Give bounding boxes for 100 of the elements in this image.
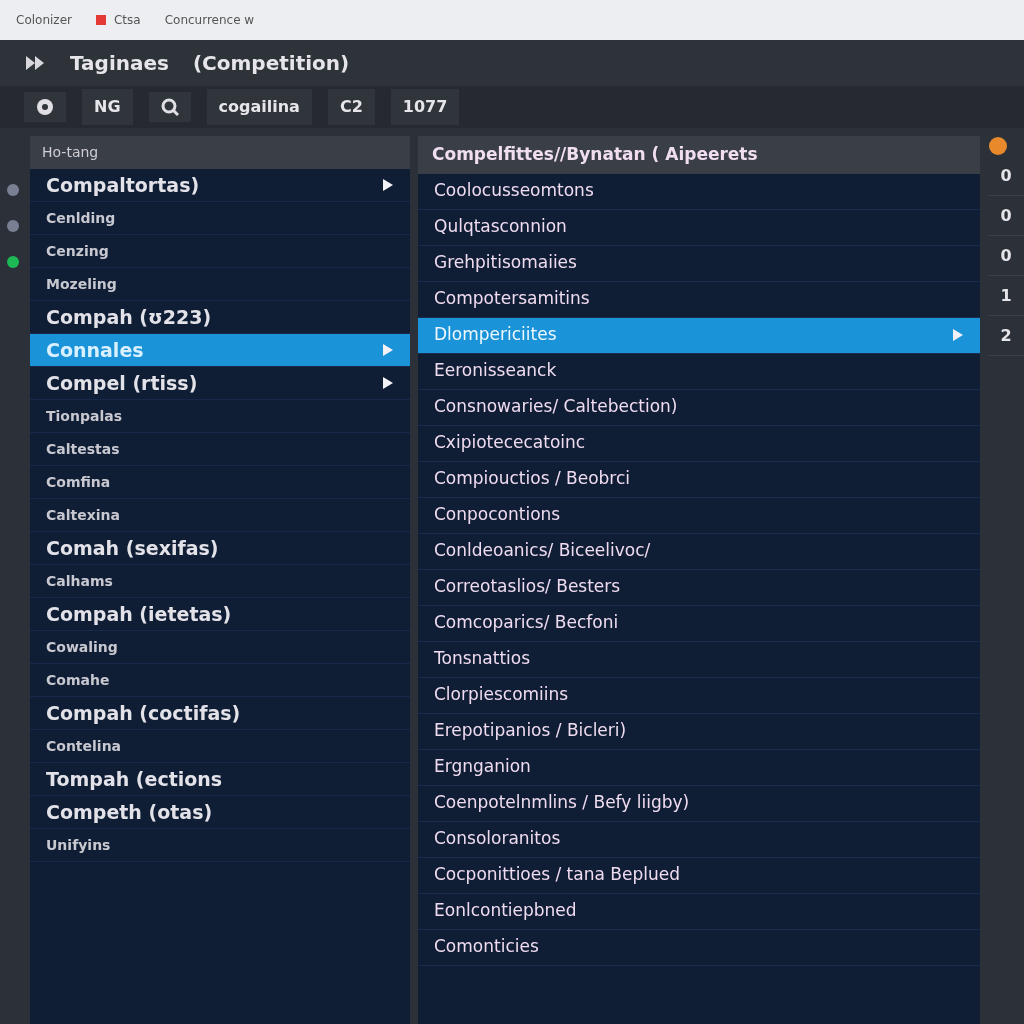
toolbar-button[interactable]: 1077 [390,89,460,125]
value-text: 0 [988,196,1024,236]
item-label: Cxipiotececatoinc [434,431,586,455]
browser-tab[interactable]: Concurrence w [164,11,255,29]
list-item[interactable]: Coenpotelnmlins / Befy liigby) [418,785,980,822]
item-label: Cocponittioes / tana Beplued [434,863,680,887]
list-item[interactable]: Compah (ietetas) [30,598,410,631]
list-item[interactable]: Tompah (ections [30,763,410,796]
list-item[interactable]: Erepotipanios / Bicleri) [418,713,980,750]
item-label: Tompah (ections [46,766,223,792]
badge-icon [988,136,1008,156]
list-item[interactable]: Consnowaries/ Caltebection) [418,389,980,426]
list-item[interactable]: Correotaslios/ Besters [418,569,980,606]
app-title: Taginaes [70,50,169,77]
item-label: Consoloranitos [434,827,561,851]
list-item[interactable]: Mozeling [30,268,410,301]
search-icon [160,98,179,116]
list-item[interactable]: Competh (otas) [30,796,410,829]
item-label: Tonsnattios [434,647,531,671]
list-item[interactable]: Compiouctios / Beobrci [418,461,980,498]
list-item[interactable]: Compaltortas) [30,169,410,202]
list-item[interactable]: Compotersamitins [418,281,980,318]
item-label: Compotersamitins [434,287,590,311]
list-item[interactable]: Qulqtasconnion [418,209,980,246]
list-item[interactable]: Eonlcontiepbned [418,893,980,930]
list-item[interactable]: Ergnganion [418,749,980,786]
list-item[interactable]: Compah (coctifas) [30,697,410,730]
list-item[interactable]: Cowaling [30,631,410,664]
list-item[interactable]: Tionpalas [30,400,410,433]
list-item[interactable]: Cocponittioes / tana Beplued [418,857,980,894]
item-label: Contelina [46,736,122,756]
item-label: Comonticies [434,935,539,959]
tab-icon [95,15,106,25]
list-item[interactable]: Grehpitisomaiies [418,245,980,282]
toolbar-button[interactable]: NG [82,89,133,125]
item-label: Qulqtasconnion [434,215,567,239]
list-item[interactable]: Comonticies [418,929,980,966]
item-label: Comcoparics/ Becfoni [434,611,619,635]
item-label: Correotaslios/ Besters [434,575,621,599]
item-label: Cenlding [46,208,116,228]
list-item[interactable]: Comahe [30,664,410,697]
document-title: (Competition) [192,50,350,77]
item-label: Unifyins [46,835,111,855]
list-item[interactable]: Conldeoanics/ Biceelivoc/ [418,533,980,570]
toolbar-button[interactable]: cogailina [206,89,312,125]
list-item[interactable]: Consoloranitos [418,821,980,858]
list-item[interactable]: Calhams [30,565,410,598]
value-text: 2 [988,316,1024,356]
item-label: Tionpalas [46,406,122,426]
list-item[interactable]: Eeronisseanck [418,353,980,390]
item-label: Caltexina [46,505,120,525]
value-text: 1 [988,276,1024,316]
browser-tab[interactable]: Colonizer [16,11,72,29]
list-item[interactable]: Tonsnattios [418,641,980,678]
list-item[interactable]: Caltestas [30,433,410,466]
item-label: Competh (otas) [46,799,213,825]
item-label: Comah (sexifas) [46,535,219,561]
item-label: Eonlcontiepbned [434,899,577,923]
item-label: Compah (ietetas) [46,601,232,627]
record-icon [36,98,54,116]
item-label: Mozeling [46,274,117,294]
item-label: Erepotipanios / Bicleri) [434,719,627,743]
item-label: Comfina [46,472,111,492]
list-item[interactable]: Coolocusseomtons [418,173,980,210]
list-item[interactable]: Clorpiescomiins [418,677,980,714]
item-label: Compaltortas) [46,172,200,198]
value-text: 0 [988,236,1024,276]
record-button[interactable] [24,92,66,122]
item-label: Cowaling [46,637,118,657]
item-label: Ergnganion [434,755,531,779]
list-item[interactable]: Contelina [30,730,410,763]
item-label: Cenzing [46,241,109,261]
item-label: Coolocusseomtons [434,179,594,203]
list-item[interactable]: Caltexina [30,499,410,532]
list-item[interactable]: Comah (sexifas) [30,532,410,565]
item-label: Compel (rtiss) [46,370,198,396]
item-label: Connales [46,337,144,363]
list-item[interactable]: Conpocontions [418,497,980,534]
item-label: Conpocontions [434,503,561,527]
list-item[interactable]: Unifyins [30,829,410,862]
list-item[interactable]: Cenlding [30,202,410,235]
list-item[interactable]: Cenzing [30,235,410,268]
list-item[interactable]: Compel (rtiss) [30,367,410,400]
item-label: Consnowaries/ Caltebection) [434,395,678,419]
list-item[interactable]: Cxipiotececatoinc [418,425,980,462]
list-item[interactable]: Comfina [30,466,410,499]
item-label: Coenpotelnmlins / Befy liigby) [434,791,690,815]
item-label: Conldeoanics/ Biceelivoc/ [434,539,651,563]
list-item[interactable]: Comcoparics/ Becfoni [418,605,980,642]
item-label: Compah (coctifas) [46,700,241,726]
skip-icon [24,54,46,72]
toolbar-button[interactable]: C2 [327,89,375,125]
item-label: Dlompericiites [434,323,557,347]
item-label: Caltestas [46,439,120,459]
item-label: Compah (ʊ223) [46,304,212,330]
search-button[interactable] [148,92,191,122]
browser-tab[interactable]: Ctsa [95,11,141,29]
item-label: Clorpiescomiins [434,683,569,707]
item-label: Eeronisseanck [434,359,557,383]
panel-header: Ho-tang [30,136,410,169]
